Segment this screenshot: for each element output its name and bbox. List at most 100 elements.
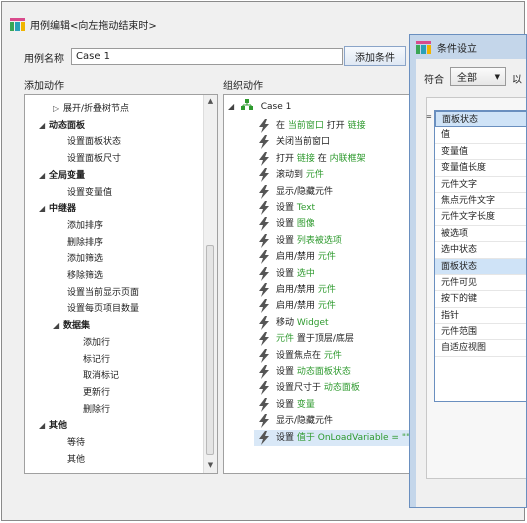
action-row[interactable]: 元件 置于顶层/底层: [258, 331, 354, 347]
expanded-arrow-icon[interactable]: ◢: [53, 318, 63, 334]
action-row[interactable]: 设置 Text: [258, 200, 315, 216]
action-tree-item[interactable]: ◢ 动态面板: [39, 118, 85, 134]
case-name-input[interactable]: Case 1: [71, 48, 343, 65]
action-row[interactable]: 设置 列表被选项: [258, 233, 342, 249]
collapsed-arrow-icon[interactable]: ▷: [53, 101, 63, 117]
action-row[interactable]: 移动 Widget: [258, 315, 329, 331]
action-row[interactable]: 设置 选中: [258, 266, 315, 282]
action-tree-item[interactable]: 设置面板尺寸: [67, 151, 121, 167]
scroll-up-arrow-icon[interactable]: ▲: [204, 95, 217, 108]
condition-list-item[interactable]: 焦点元件文字: [435, 193, 526, 210]
action-tree-item[interactable]: ◢ 数据集: [53, 318, 90, 334]
condition-list-item[interactable]: 变量值长度: [435, 160, 526, 177]
action-param-link[interactable]: 变量: [297, 397, 315, 413]
action-param-link[interactable]: 图像: [297, 216, 315, 232]
add-actions-scrollbar[interactable]: ▲ ▼: [203, 95, 217, 473]
condition-list-item[interactable]: 选中状态: [435, 242, 526, 259]
condition-type-list[interactable]: 面板状态值变量值 变量值长度 元件文字 焦点元件文字 元件文字长度 被选项 选中状态 面板状态…: [434, 110, 526, 402]
scroll-thumb[interactable]: [206, 245, 214, 455]
action-tree-item[interactable]: 取消标记: [83, 368, 119, 384]
expanded-arrow-icon[interactable]: ◢: [228, 99, 238, 115]
condition-list-item[interactable]: 按下的键: [435, 291, 526, 308]
action-row[interactable]: 显示/隐藏元件: [258, 184, 333, 200]
action-row[interactable]: 设置 变量: [258, 397, 315, 413]
action-param-link[interactable]: 选中: [297, 266, 315, 282]
action-row[interactable]: 关闭当前窗口: [258, 134, 330, 150]
action-param-link[interactable]: Widget: [297, 315, 329, 331]
action-tree-item[interactable]: ◢ 其他: [39, 418, 67, 434]
action-tree-item[interactable]: 添加排序: [67, 218, 103, 234]
action-tree-item[interactable]: ▷ 展开/折叠树节点: [53, 101, 129, 117]
action-tree-item[interactable]: 设置面板状态: [67, 134, 121, 150]
action-param-link[interactable]: 动态面板状态: [297, 364, 351, 380]
action-tree-item[interactable]: 添加筛选: [67, 251, 103, 267]
action-row[interactable]: 设置焦点在 元件: [258, 348, 342, 364]
action-text: 设置尺寸于: [276, 383, 324, 394]
action-param-link[interactable]: 元件: [318, 298, 336, 314]
action-param-link[interactable]: 元件: [324, 348, 342, 364]
action-row[interactable]: 设置 值于 OnLoadVariable = "": [254, 429, 422, 446]
action-tree-item[interactable]: 设置当前显示页面: [67, 285, 139, 301]
lightning-bolt-icon: [259, 414, 269, 429]
expanded-arrow-icon[interactable]: ◢: [39, 118, 49, 134]
action-row[interactable]: 设置 图像: [258, 216, 315, 232]
action-row[interactable]: 启用/禁用 元件: [258, 298, 336, 314]
action-param-link[interactable]: Text: [297, 200, 315, 216]
action-row[interactable]: 设置 动态面板状态: [258, 364, 351, 380]
expanded-arrow-icon[interactable]: ◢: [39, 418, 49, 434]
condition-list-item[interactable]: 值: [435, 127, 526, 144]
action-tree-item[interactable]: 等待: [67, 435, 85, 451]
action-text: 启用/禁用: [276, 301, 318, 312]
condition-list-item[interactable]: 被选项: [435, 226, 526, 243]
action-param-link[interactable]: 动态面板: [324, 380, 360, 396]
condition-list-item[interactable]: 面板状态: [435, 111, 526, 128]
organize-actions-tree[interactable]: ◢ Case 1 在 当前窗口 打开 链接 关闭当前窗口 打开 链接 在 内联框架滚…: [223, 94, 423, 474]
action-param-link[interactable]: 链接: [297, 151, 315, 167]
action-row[interactable]: 启用/禁用 元件: [258, 249, 336, 265]
action-param-link[interactable]: OnLoadVariable = "": [315, 430, 410, 446]
action-param-link[interactable]: 链接: [348, 118, 366, 134]
action-param-link[interactable]: 值于: [297, 430, 315, 446]
action-param-link[interactable]: 列表被选项: [297, 233, 342, 249]
action-row[interactable]: 滚动到 元件: [258, 167, 324, 183]
action-tree-item[interactable]: 设置每页项目数量: [67, 301, 139, 317]
condition-list-item[interactable]: 元件范围: [435, 324, 526, 341]
action-tree-item[interactable]: 删除行: [83, 402, 110, 418]
action-tree-item[interactable]: ◢ 全局变量: [39, 168, 85, 184]
action-tree-item[interactable]: 移除筛选: [67, 268, 103, 284]
scroll-down-arrow-icon[interactable]: ▼: [204, 459, 217, 472]
expanded-arrow-icon[interactable]: ◢: [39, 201, 49, 217]
action-tree-item[interactable]: 更新行: [83, 385, 110, 401]
action-tree-item[interactable]: 删除排序: [67, 235, 103, 251]
condition-list-item[interactable]: 自适应视图: [435, 340, 526, 357]
action-tree-item[interactable]: 其他: [67, 452, 85, 468]
add-actions-tree[interactable]: ▷ 展开/折叠树节点 ◢ 动态面板 设置面板状态 设置面板尺寸 ◢ 全局变量 设置变量值 ◢ 中继器…: [24, 94, 218, 474]
condition-list-item[interactable]: 元件文字长度: [435, 209, 526, 226]
action-text: 设置: [276, 432, 297, 443]
action-param-link[interactable]: 当前窗口: [288, 118, 324, 134]
action-tree-item[interactable]: 标记行: [83, 352, 110, 368]
action-param-link[interactable]: 元件: [276, 331, 294, 347]
action-param-link[interactable]: 元件: [306, 167, 324, 183]
action-param-link[interactable]: 元件: [318, 282, 336, 298]
add-condition-button[interactable]: 添加条件: [344, 46, 406, 66]
action-tree-item[interactable]: 设置变量值: [67, 185, 112, 201]
action-row[interactable]: 设置尺寸于 动态面板: [258, 380, 360, 396]
action-tree-item[interactable]: 添加行: [83, 335, 110, 351]
action-row[interactable]: 在 当前窗口 打开 链接: [258, 118, 366, 134]
condition-list-item[interactable]: 指针: [435, 308, 526, 325]
expanded-arrow-icon[interactable]: ◢: [39, 168, 49, 184]
action-param-link[interactable]: 内联框架: [330, 151, 366, 167]
match-select[interactable]: 全部 ▼: [450, 67, 506, 86]
action-row[interactable]: 显示/隐藏元件: [258, 413, 333, 429]
case-node[interactable]: ◢ Case 1: [228, 99, 291, 115]
action-row[interactable]: 启用/禁用 元件: [258, 282, 336, 298]
lightning-bolt-icon: [259, 201, 269, 215]
action-param-link[interactable]: 元件: [318, 249, 336, 265]
condition-list-item[interactable]: 面板状态: [435, 258, 526, 275]
action-row[interactable]: 打开 链接 在 内联框架: [258, 151, 366, 167]
action-tree-item[interactable]: ◢ 中继器: [39, 201, 76, 217]
condition-list-item[interactable]: 变量值: [435, 144, 526, 161]
condition-list-item[interactable]: 元件可见: [435, 275, 526, 292]
condition-list-item[interactable]: 元件文字: [435, 177, 526, 193]
